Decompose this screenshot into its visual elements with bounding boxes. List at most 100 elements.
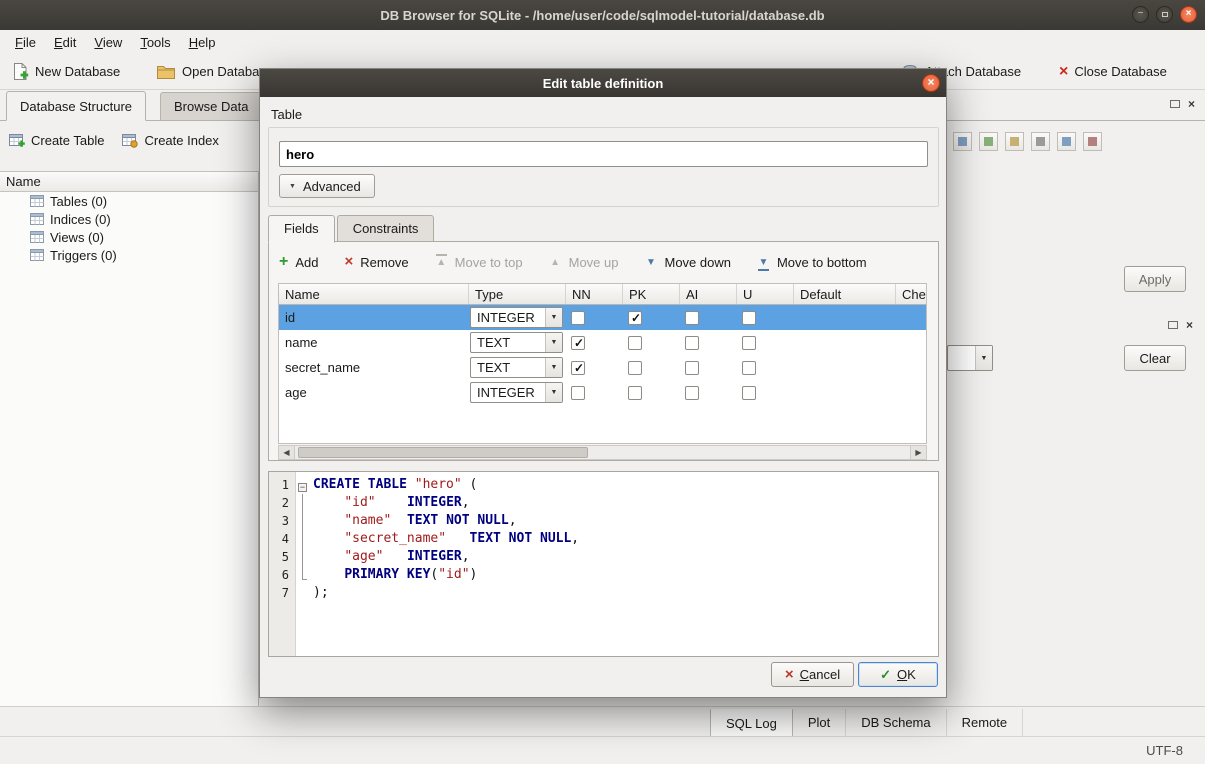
- tab-constraints[interactable]: Constraints: [337, 215, 435, 242]
- fold-collapse-icon[interactable]: −: [298, 483, 307, 492]
- pk-checkbox[interactable]: [628, 336, 642, 350]
- ai-checkbox[interactable]: [685, 361, 699, 375]
- nn-cell: [566, 355, 623, 380]
- nn-checkbox[interactable]: [571, 336, 585, 350]
- create-index-button[interactable]: Create Index: [115, 127, 225, 154]
- scrollbar-thumb[interactable]: [298, 447, 588, 458]
- ai-checkbox[interactable]: [685, 311, 699, 325]
- clear-button[interactable]: Clear: [1124, 345, 1186, 371]
- u-checkbox[interactable]: [742, 336, 756, 350]
- bottom-tab-db-schema[interactable]: DB Schema: [846, 709, 946, 738]
- minimize-button[interactable]: −: [1132, 6, 1149, 23]
- remove-button[interactable]: ×Remove: [344, 255, 408, 270]
- dock-tool-icon[interactable]: [953, 132, 972, 151]
- column-header-type[interactable]: Type: [469, 284, 566, 304]
- pk-checkbox[interactable]: [628, 311, 642, 325]
- move-down-button[interactable]: ▼Move down: [644, 255, 730, 270]
- ai-checkbox[interactable]: [685, 336, 699, 350]
- close-database-button[interactable]: × Close Database: [1051, 54, 1175, 89]
- menu-help[interactable]: Help: [180, 32, 225, 53]
- tab-fields[interactable]: Fields: [268, 215, 335, 243]
- u-checkbox[interactable]: [742, 311, 756, 325]
- new-database-button[interactable]: New Database: [4, 54, 128, 89]
- tree-header-name[interactable]: Name: [0, 172, 258, 192]
- default-cell[interactable]: [794, 355, 896, 380]
- u-checkbox[interactable]: [742, 361, 756, 375]
- u-checkbox[interactable]: [742, 386, 756, 400]
- table-name-input[interactable]: [279, 141, 928, 167]
- ok-button[interactable]: ✓ OK: [858, 662, 938, 687]
- default-cell[interactable]: [794, 330, 896, 355]
- bottom-tab-plot[interactable]: Plot: [793, 709, 846, 738]
- column-header-ai[interactable]: AI: [680, 284, 737, 304]
- default-cell[interactable]: [794, 380, 896, 405]
- bottom-tab-remote[interactable]: Remote: [947, 709, 1024, 738]
- tree-item-triggers-0[interactable]: Triggers (0): [0, 246, 258, 264]
- filter-select[interactable]: ▼: [947, 345, 993, 371]
- check-cell[interactable]: [896, 355, 927, 380]
- dock-close-icon[interactable]: ×: [1188, 99, 1195, 109]
- horizontal-scrollbar[interactable]: ◀ ▶: [278, 445, 927, 460]
- column-header-u[interactable]: U: [737, 284, 794, 304]
- field-name-cell[interactable]: secret_name: [279, 355, 469, 380]
- dock-float-icon[interactable]: [1168, 321, 1178, 329]
- menu-edit[interactable]: Edit: [45, 32, 85, 53]
- type-select[interactable]: TEXT▼: [470, 332, 563, 353]
- dock-tool-icon[interactable]: [1005, 132, 1024, 151]
- advanced-toggle-button[interactable]: ▼ Advanced: [279, 174, 375, 198]
- field-row-id[interactable]: idINTEGER▼: [279, 305, 927, 330]
- menu-tools[interactable]: Tools: [131, 32, 179, 53]
- encoding-indicator[interactable]: UTF-8: [1146, 743, 1183, 758]
- create-table-button[interactable]: Create Table: [2, 127, 111, 154]
- apply-button[interactable]: Apply: [1124, 266, 1186, 292]
- ai-checkbox[interactable]: [685, 386, 699, 400]
- bottom-tab-sql-log[interactable]: SQL Log: [710, 709, 793, 738]
- field-name-cell[interactable]: id: [279, 305, 469, 330]
- field-name-cell[interactable]: age: [279, 380, 469, 405]
- check-cell[interactable]: [896, 305, 927, 330]
- dock-tool-icon[interactable]: [1083, 132, 1102, 151]
- field-row-secret-name[interactable]: secret_nameTEXT▼: [279, 355, 927, 380]
- column-header-check[interactable]: Check: [896, 284, 927, 304]
- dock-tool-icon[interactable]: [979, 132, 998, 151]
- menu-file[interactable]: File: [6, 32, 45, 53]
- maximize-button[interactable]: [1156, 6, 1173, 23]
- button-label: Move up: [569, 255, 619, 270]
- nn-checkbox[interactable]: [571, 311, 585, 325]
- column-header-pk[interactable]: PK: [623, 284, 680, 304]
- cancel-button[interactable]: × Cancel: [771, 662, 854, 687]
- tree-item-views-0[interactable]: Views (0): [0, 228, 258, 246]
- dialog-close-button[interactable]: ×: [922, 74, 940, 92]
- column-header-nn[interactable]: NN: [566, 284, 623, 304]
- tree-item-tables-0[interactable]: Tables (0): [0, 192, 258, 210]
- close-button[interactable]: ×: [1180, 6, 1197, 23]
- column-header-name[interactable]: Name: [279, 284, 469, 304]
- type-select[interactable]: TEXT▼: [470, 357, 563, 378]
- dock-tool-icon[interactable]: [1031, 132, 1050, 151]
- check-cell[interactable]: [896, 330, 927, 355]
- pk-checkbox[interactable]: [628, 386, 642, 400]
- scroll-right-icon[interactable]: ▶: [910, 446, 926, 459]
- column-header-default[interactable]: Default: [794, 284, 896, 304]
- check-cell[interactable]: [896, 380, 927, 405]
- add-button[interactable]: +Add: [279, 255, 318, 270]
- field-row-age[interactable]: ageINTEGER▼: [279, 380, 927, 405]
- default-cell[interactable]: [794, 305, 896, 330]
- move-to-bottom-button[interactable]: ▼Move to bottom: [757, 255, 867, 270]
- nn-checkbox[interactable]: [571, 386, 585, 400]
- field-row-name[interactable]: nameTEXT▼: [279, 330, 927, 355]
- type-select[interactable]: INTEGER▼: [470, 382, 563, 403]
- tab-database-structure[interactable]: Database Structure: [6, 91, 146, 121]
- sql-line: 3 "name" TEXT NOT NULL,: [269, 512, 938, 530]
- pk-checkbox[interactable]: [628, 361, 642, 375]
- dock-close-icon[interactable]: ×: [1186, 320, 1193, 330]
- dock-float-icon[interactable]: [1170, 100, 1180, 108]
- menu-view[interactable]: View: [85, 32, 131, 53]
- tree-item-indices-0[interactable]: Indices (0): [0, 210, 258, 228]
- scroll-left-icon[interactable]: ◀: [279, 446, 295, 459]
- type-select[interactable]: INTEGER▼: [470, 307, 563, 328]
- dock-tool-icon[interactable]: [1057, 132, 1076, 151]
- nn-checkbox[interactable]: [571, 361, 585, 375]
- field-name-cell[interactable]: name: [279, 330, 469, 355]
- tab-browse-data[interactable]: Browse Data: [160, 92, 262, 121]
